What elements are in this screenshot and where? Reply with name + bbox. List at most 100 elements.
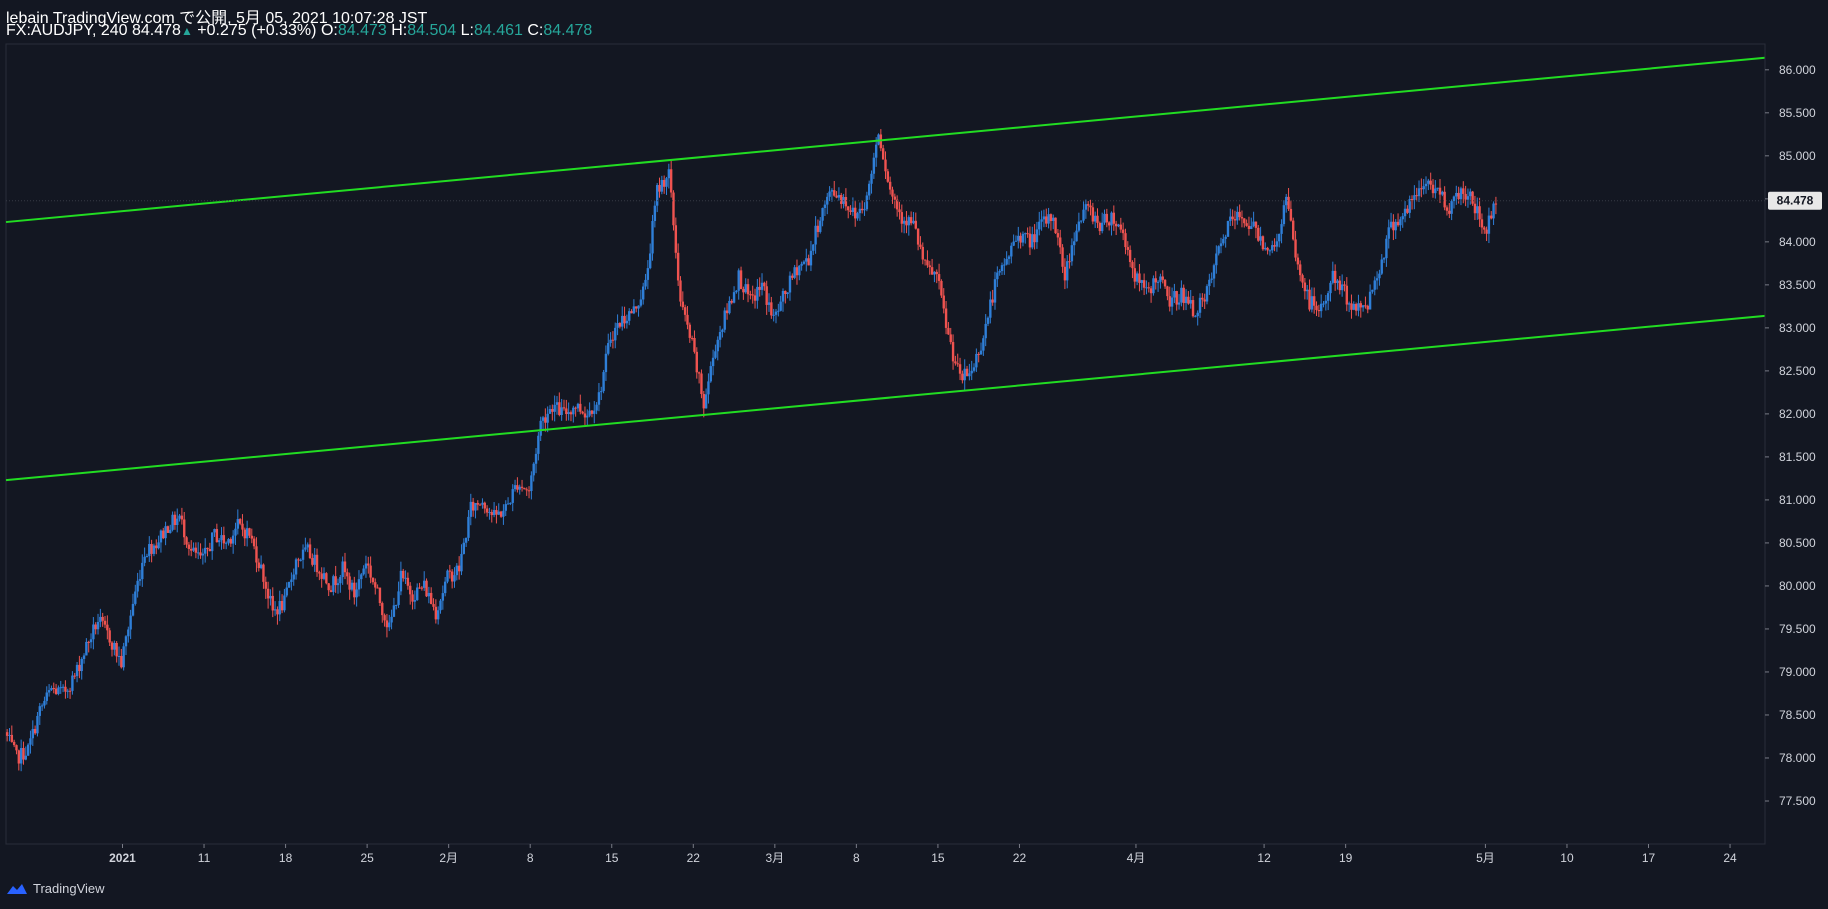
candle-body	[89, 639, 93, 643]
candle-body	[22, 747, 25, 760]
candle-body	[92, 624, 95, 640]
candle-body	[353, 582, 356, 598]
candle-body	[222, 535, 226, 544]
candle-body	[828, 191, 831, 197]
time-tick-label: 15	[931, 851, 945, 865]
candle-body	[297, 559, 300, 561]
candle-body	[623, 315, 626, 324]
candle-body	[171, 514, 174, 530]
candle-body	[490, 512, 493, 516]
candle-body	[68, 690, 72, 692]
candle-body	[928, 265, 931, 268]
candle-body	[1212, 265, 1216, 279]
candle-body	[548, 409, 552, 414]
candle-body	[497, 511, 500, 515]
candle-body	[143, 556, 146, 563]
candle-body	[276, 609, 279, 615]
candle-body	[227, 539, 230, 543]
candle-body	[909, 217, 913, 224]
candle-body	[1070, 245, 1074, 262]
candle-body	[702, 393, 705, 409]
candle-body	[718, 331, 722, 340]
candle-body	[674, 225, 678, 253]
candle-body	[192, 547, 195, 551]
candle-body	[511, 489, 514, 503]
channel-line[interactable]	[5, 56, 1766, 224]
candle-body	[1403, 208, 1407, 217]
candle-body	[926, 260, 929, 266]
candle-body	[593, 410, 596, 414]
candle-body	[523, 487, 526, 490]
candle-body	[311, 558, 314, 565]
candle-body	[238, 519, 242, 524]
candle-body	[1245, 223, 1248, 226]
candle-body	[709, 366, 712, 382]
candle-body	[716, 339, 719, 352]
candle-body	[1175, 291, 1178, 305]
price-axis[interactable]: 86.00085.50085.00084.50084.00083.50083.0…	[1764, 44, 1816, 844]
candle-body	[1147, 287, 1150, 289]
candle-body	[665, 178, 668, 187]
candle-body	[383, 615, 386, 621]
candle-body	[150, 544, 153, 554]
candle-body	[1163, 279, 1167, 287]
candle-body	[1238, 211, 1241, 218]
candles-layer	[5, 129, 1498, 772]
price-chart[interactable]: 86.00085.50085.00084.50084.00083.50083.0…	[0, 0, 1828, 909]
candle-body	[1305, 289, 1309, 292]
candle-body	[234, 528, 237, 536]
candle-body	[43, 700, 46, 706]
time-tick-label: 22	[1013, 851, 1027, 865]
candle-body	[453, 575, 456, 582]
candle-body	[155, 545, 158, 549]
candle-body	[942, 295, 945, 309]
candle-body	[963, 368, 966, 381]
candle-body	[1107, 222, 1111, 226]
candle-body	[101, 616, 104, 621]
candle-body	[982, 338, 985, 351]
candle-body	[1322, 303, 1325, 305]
price-tick-label: 79.500	[1779, 622, 1816, 636]
candle-body	[944, 308, 948, 328]
channel-layer	[5, 56, 1766, 482]
candle-body	[336, 583, 340, 586]
candle-body	[676, 252, 680, 281]
price-tick-label: 79.000	[1779, 665, 1816, 679]
candle-body	[809, 250, 813, 266]
candle-body	[1014, 240, 1018, 242]
candle-body	[597, 392, 601, 405]
candle-body	[1392, 221, 1395, 231]
time-tick-label: 12	[1257, 851, 1271, 865]
time-axis[interactable]: 2021 11 18 25 2月 8 15 22 3月 8 15 22 4月 12 19 5月 10 17 24	[6, 843, 1765, 865]
candle-body	[176, 518, 179, 526]
candle-body	[355, 589, 358, 598]
candle-body	[313, 554, 316, 565]
candle-body	[1226, 221, 1230, 237]
candle-body	[266, 588, 270, 599]
candle-body	[264, 581, 267, 589]
candle-body	[1024, 233, 1027, 235]
candle-body	[385, 620, 389, 628]
candle-body	[1215, 253, 1218, 266]
candle-body	[1068, 261, 1071, 263]
candle-body	[774, 311, 778, 315]
candle-body	[1045, 216, 1048, 224]
candle-body	[1007, 256, 1011, 259]
candle-body	[197, 552, 200, 554]
candle-body	[898, 209, 901, 213]
candle-body	[1103, 213, 1106, 223]
price-tick-label: 82.500	[1779, 364, 1816, 378]
candle-body	[1189, 300, 1192, 304]
candle-body	[1110, 212, 1113, 226]
candle-body	[180, 515, 184, 520]
candle-body	[1140, 280, 1143, 283]
candle-body	[1434, 188, 1437, 194]
candle-body	[320, 573, 323, 579]
candle-body	[1177, 302, 1181, 305]
candle-body	[579, 403, 582, 412]
candle-body	[455, 565, 459, 576]
candle-body	[1364, 305, 1367, 307]
candle-body	[553, 404, 556, 412]
candle-body	[732, 292, 736, 303]
channel-line[interactable]	[5, 314, 1766, 482]
